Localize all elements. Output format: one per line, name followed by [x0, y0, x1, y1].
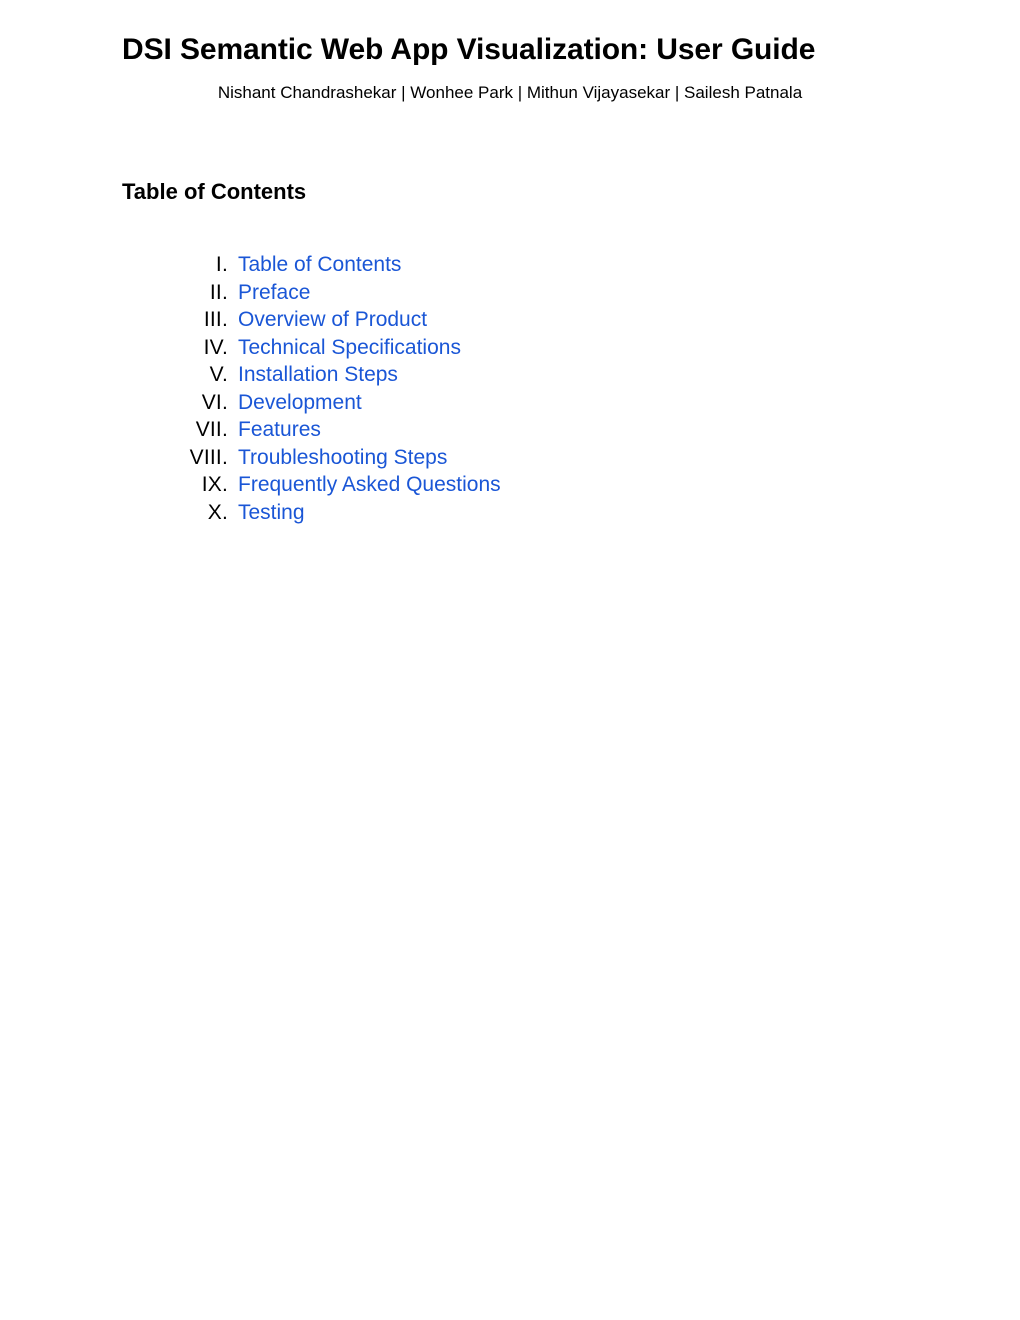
- toc-numeral: X.: [207, 500, 228, 524]
- toc-item-9: IX. Frequently Asked Questions: [0, 471, 1020, 499]
- document-header: DSI Semantic Web App Visualization: User…: [122, 30, 898, 105]
- toc-item-1: I. Table of Contents: [0, 251, 1020, 279]
- toc-link-preface[interactable]: Preface: [238, 279, 310, 307]
- toc-link-table-of-contents[interactable]: Table of Contents: [238, 251, 401, 279]
- toc-link-features[interactable]: Features: [238, 416, 321, 444]
- toc-item-8: VIII. Troubleshooting Steps: [0, 444, 1020, 472]
- toc-numeral: VI.: [201, 390, 228, 414]
- toc-item-3: III. Overview of Product: [0, 306, 1020, 334]
- toc-item-10: X. Testing: [0, 499, 1020, 527]
- toc-numeral: IV.: [203, 335, 228, 359]
- toc-item-6: VI. Development: [0, 389, 1020, 417]
- toc-link-frequently-asked-questions[interactable]: Frequently Asked Questions: [238, 471, 501, 499]
- author-byline: Nishant Chandrashekar | Wonhee Park | Mi…: [217, 83, 803, 102]
- table-of-contents-list: I. Table of Contents II. Preface III. Ov…: [0, 251, 1020, 526]
- toc-numeral: VIII.: [189, 445, 228, 469]
- toc-link-development[interactable]: Development: [238, 389, 362, 417]
- toc-link-technical-specifications[interactable]: Technical Specifications: [238, 334, 461, 362]
- page-title: DSI Semantic Web App Visualization: User…: [122, 33, 816, 66]
- toc-numeral: III.: [203, 308, 228, 331]
- toc-link-installation-steps[interactable]: Installation Steps: [238, 361, 398, 389]
- toc-numeral: IX.: [201, 473, 228, 496]
- toc-item-4: IV. Technical Specifications: [0, 334, 1020, 362]
- toc-link-troubleshooting-steps[interactable]: Troubleshooting Steps: [238, 444, 447, 472]
- toc-item-5: V. Installation Steps: [0, 361, 1020, 389]
- toc-numeral: V.: [209, 363, 228, 386]
- toc-item-7: VII. Features: [0, 416, 1020, 444]
- toc-item-2: II. Preface: [0, 279, 1020, 307]
- toc-link-overview-of-product[interactable]: Overview of Product: [238, 306, 427, 334]
- toc-numeral: II.: [209, 280, 228, 304]
- toc-numeral: VII.: [195, 418, 228, 441]
- toc-link-testing[interactable]: Testing: [238, 499, 305, 527]
- table-of-contents-heading: Table of Contents: [122, 179, 307, 204]
- document-page: DSI Semantic Web App Visualization: User…: [0, 0, 1020, 1320]
- toc-numeral: I.: [215, 253, 228, 276]
